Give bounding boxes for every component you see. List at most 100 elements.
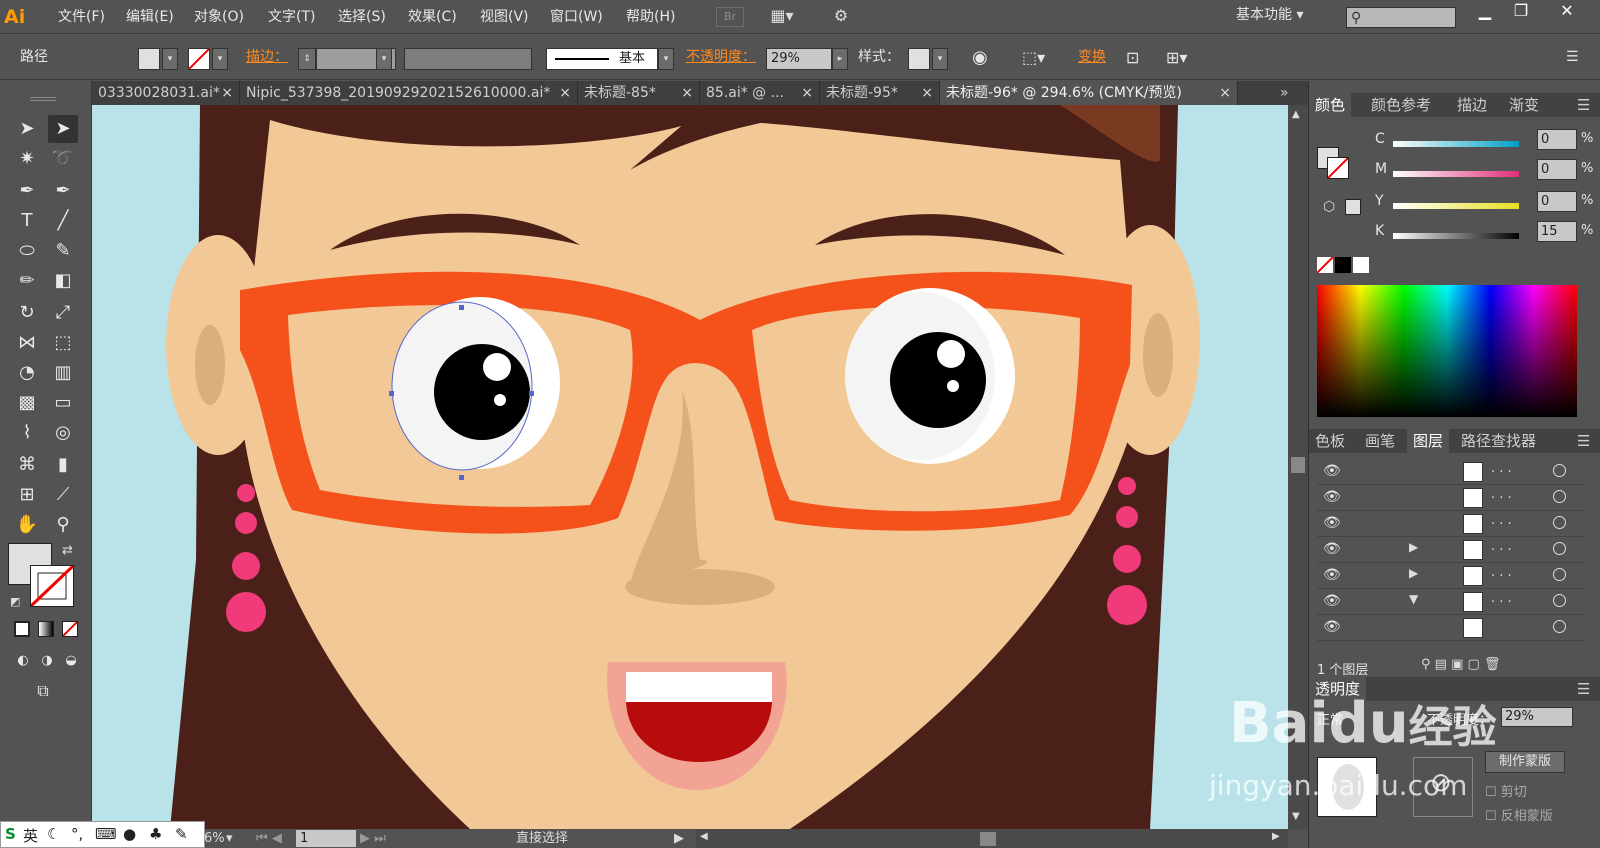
fill-swatch[interactable] <box>138 48 160 70</box>
slice-tool-icon[interactable]: ⟋ <box>48 481 78 509</box>
scroll-left-icon[interactable]: ◀ <box>700 831 708 842</box>
layer-row[interactable]: 👁 . . . <box>1317 485 1585 511</box>
menu-object[interactable]: 对象(O) <box>194 0 244 34</box>
close-icon[interactable]: × <box>801 81 813 105</box>
vertical-scroll-thumb[interactable] <box>1291 457 1305 473</box>
rotate-tool-icon[interactable]: ↻ <box>12 299 42 327</box>
clip-checkbox[interactable]: ☐ 剪切 <box>1485 781 1527 800</box>
symbol-sprayer-tool-icon[interactable]: ⌘ <box>12 451 42 479</box>
free-transform-tool-icon[interactable]: ⬚ <box>48 329 78 357</box>
width-tool-icon[interactable]: ⋈ <box>12 329 42 357</box>
close-icon[interactable]: × <box>921 81 933 105</box>
menu-view[interactable]: 视图(V) <box>480 0 529 34</box>
help-search-input[interactable]: ⚲ <box>1346 7 1456 28</box>
zoom-dropdown-icon[interactable]: ▾ <box>226 829 233 848</box>
align-icon[interactable]: ⬚▾ <box>1022 35 1045 80</box>
eyedropper-tool-icon[interactable]: ⌇ <box>12 419 42 447</box>
scale-tool-icon[interactable]: ⤢ <box>48 299 78 327</box>
moon-icon[interactable]: ☾ <box>47 825 60 843</box>
channel-value[interactable]: 0 <box>1537 191 1577 212</box>
tab-doc-4[interactable]: 85.ai* @ ... × <box>700 81 820 105</box>
ellipse-tool-icon[interactable]: ⬭ <box>12 237 42 265</box>
layer-row[interactable]: 👁 ▶ . . . <box>1317 537 1585 563</box>
arrange-docs-icon[interactable]: ▦▾ <box>764 7 800 27</box>
stroke-dropdown[interactable]: ▾ <box>212 48 228 70</box>
tab-color[interactable]: 颜色 <box>1309 93 1352 117</box>
target-icon[interactable] <box>1553 568 1566 581</box>
channel-value[interactable]: 0 <box>1537 159 1577 180</box>
variable-width-profile[interactable] <box>404 48 532 70</box>
magic-wand-tool-icon[interactable]: ✷ <box>12 145 42 173</box>
eye-icon[interactable]: 👁 <box>1323 515 1341 531</box>
collapse-arrow-icon[interactable]: ▼ <box>1409 592 1418 606</box>
artboard-tool-icon[interactable]: ⊞ <box>12 481 42 509</box>
locate-icon[interactable]: ▤ <box>1435 657 1447 672</box>
new-layer-icon[interactable]: ▢ <box>1468 657 1480 672</box>
default-colors-icon[interactable]: ◩ <box>10 595 20 608</box>
tab-color-guide[interactable]: 颜色参考 <box>1365 93 1437 117</box>
panel-menu-icon[interactable]: ☰ <box>1571 429 1596 453</box>
search-icon[interactable]: ⚲ <box>1421 657 1431 672</box>
scroll-up-icon[interactable]: ▲ <box>1292 109 1300 120</box>
eye-icon[interactable]: 👁 <box>1323 619 1341 635</box>
menu-type[interactable]: 文字(T) <box>268 0 315 34</box>
keyboard-icon[interactable]: ⌨ <box>95 825 117 843</box>
horizontal-scrollbar[interactable]: ◀ ▶ <box>696 829 1288 848</box>
minimize-button[interactable]: ▁ <box>1470 0 1500 24</box>
slider-track[interactable] <box>1393 141 1519 147</box>
slider-black[interactable]: K 15 % <box>1309 221 1600 245</box>
slider-track[interactable] <box>1393 233 1519 239</box>
expand-arrow-icon[interactable]: ▶ <box>1409 540 1418 554</box>
stroke-weight-dropdown[interactable]: ▾ <box>376 48 392 70</box>
fill-dropdown[interactable]: ▾ <box>162 48 178 70</box>
selection-tool-icon[interactable]: ➤ <box>12 115 42 143</box>
target-icon[interactable] <box>1553 464 1566 477</box>
graphic-style-swatch[interactable] <box>908 48 930 70</box>
tab-doc-5[interactable]: 未标题-95* × <box>820 81 940 105</box>
type-tool-icon[interactable]: T <box>12 207 42 235</box>
gpu-performance-icon[interactable]: ⚙ <box>826 7 856 27</box>
none-swatch[interactable] <box>1316 256 1334 274</box>
shirt-icon[interactable]: ♣ <box>149 825 162 843</box>
target-icon[interactable] <box>1553 620 1566 633</box>
stroke-label[interactable]: 描边： <box>246 35 288 80</box>
tabs-overflow-icon[interactable]: » <box>1274 81 1308 105</box>
screen-mode-icon[interactable]: ⧉ <box>28 677 58 705</box>
close-icon[interactable]: × <box>559 81 571 105</box>
sogou-logo-icon[interactable]: S <box>5 825 16 843</box>
eye-icon[interactable]: 👁 <box>1323 593 1341 609</box>
slider-magenta[interactable]: M 0 % <box>1309 159 1600 183</box>
layer-row[interactable]: 👁 . . . <box>1317 511 1585 537</box>
paintbrush-tool-icon[interactable]: ✎ <box>48 237 78 265</box>
color-spectrum[interactable] <box>1317 285 1577 417</box>
wrench-icon[interactable]: ✎ <box>175 825 188 843</box>
close-icon[interactable]: × <box>681 81 693 105</box>
horizontal-scroll-thumb[interactable] <box>980 832 996 846</box>
eye-icon[interactable]: 👁 <box>1323 541 1341 557</box>
tab-gradient[interactable]: 渐变 <box>1503 93 1545 117</box>
chart-tool-icon[interactable]: ▥ <box>48 359 78 387</box>
layer-row[interactable]: 👁 . . . <box>1317 459 1585 485</box>
none-mode-icon[interactable] <box>62 621 78 637</box>
pen-tool-icon[interactable]: ✒ <box>12 177 42 205</box>
target-icon[interactable] <box>1553 490 1566 503</box>
opacity-label[interactable]: 不透明度： <box>686 35 756 80</box>
expand-arrow-icon[interactable]: ▶ <box>1409 566 1418 580</box>
first-page-icon[interactable]: ⏮ ◀ <box>256 829 282 848</box>
tab-doc-1[interactable]: 03330028031.ai* × <box>92 81 240 105</box>
target-icon[interactable] <box>1553 594 1566 607</box>
tab-brushes[interactable]: 画笔 <box>1359 429 1401 453</box>
direct-selection-tool-icon[interactable]: ➤ <box>48 115 78 143</box>
close-icon[interactable]: × <box>221 81 233 105</box>
column-graph-tool-icon[interactable]: ▮ <box>48 451 78 479</box>
artboard-canvas[interactable] <box>92 105 1288 829</box>
transform-label[interactable]: 变换 <box>1078 35 1106 80</box>
menu-effect[interactable]: 效果(C) <box>408 0 457 34</box>
bridge-button[interactable]: Br <box>716 7 744 27</box>
mesh-tool-icon[interactable]: ▩ <box>12 389 42 417</box>
swap-colors-icon[interactable]: ⇄ <box>62 543 73 558</box>
slider-cyan[interactable]: C 0 % <box>1309 129 1600 153</box>
black-swatch[interactable] <box>1335 257 1351 273</box>
menu-file[interactable]: 文件(F) <box>58 0 105 34</box>
restore-button[interactable]: ❐ <box>1506 0 1536 24</box>
